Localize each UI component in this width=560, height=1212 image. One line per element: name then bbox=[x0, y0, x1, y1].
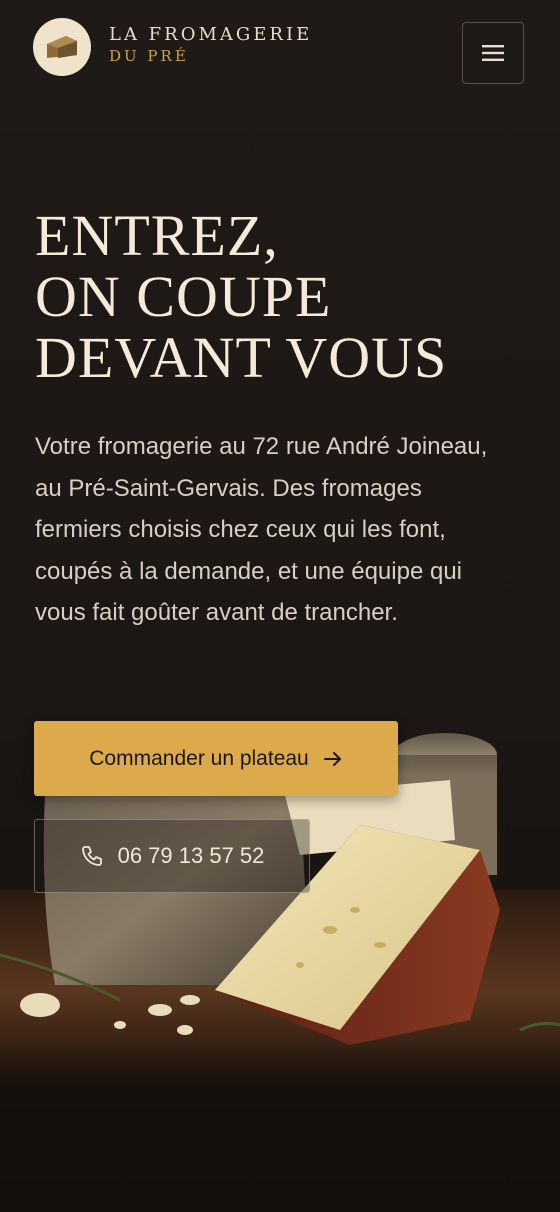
phone-icon bbox=[81, 846, 102, 866]
phone-call-button[interactable]: 06 79 13 57 52 bbox=[34, 819, 310, 893]
brand-name[interactable]: LA FROMAGERIE bbox=[109, 24, 312, 45]
hero-title-line: ON COUPE bbox=[35, 264, 332, 329]
page: LA FROMAGERIE DU PRÉ ENTREZ, ON COUPE DE… bbox=[0, 0, 560, 1212]
hero-title-line: DEVANT VOUS bbox=[35, 325, 448, 390]
order-platter-button[interactable]: Commander un plateau bbox=[34, 721, 398, 796]
brand-subtitle[interactable]: DU PRÉ bbox=[109, 47, 189, 65]
site-header: LA FROMAGERIE DU PRÉ bbox=[0, 0, 560, 100]
menu-button[interactable] bbox=[462, 22, 524, 84]
cheese-wheel-icon[interactable] bbox=[33, 18, 91, 76]
hero-title: ENTREZ, ON COUPE DEVANT VOUS bbox=[35, 205, 447, 388]
order-platter-label: Commander un plateau bbox=[89, 746, 309, 770]
arrow-right-icon bbox=[323, 751, 341, 766]
hero-description: Votre fromagerie au 72 rue André Joineau… bbox=[35, 433, 488, 626]
hero-title-line: ENTREZ, bbox=[35, 203, 279, 268]
hamburger-menu-icon bbox=[482, 45, 504, 61]
phone-number: 06 79 13 57 52 bbox=[117, 843, 265, 868]
